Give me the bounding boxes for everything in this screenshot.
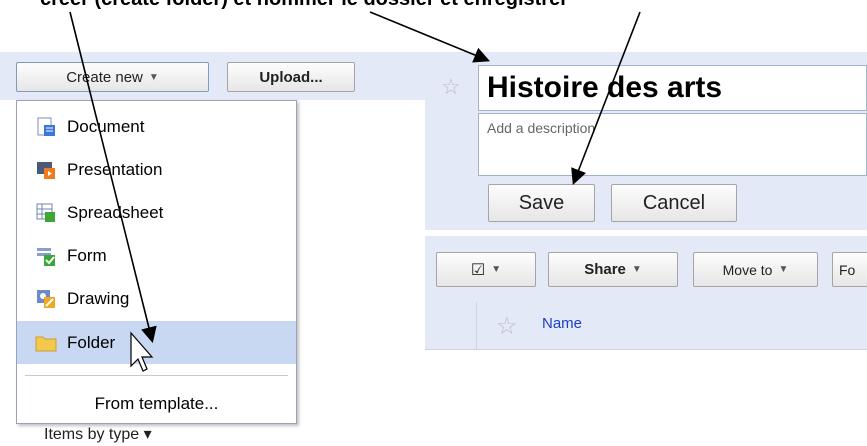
chevron-down-icon: ▼	[148, 71, 159, 83]
cancel-button[interactable]: Cancel	[611, 184, 737, 222]
menu-item-form[interactable]: Form	[17, 234, 296, 277]
title-field[interactable]: Histoire des arts	[478, 65, 867, 111]
save-button[interactable]: Save	[488, 184, 595, 222]
name-column-header[interactable]: Name	[542, 315, 582, 332]
star-column-icon[interactable]: ☆	[496, 312, 518, 341]
move-to-label: Move to	[722, 261, 773, 278]
star-icon[interactable]: ☆	[441, 74, 461, 100]
folder-icon	[35, 332, 57, 354]
create-new-label: Create new	[66, 68, 143, 86]
document-icon	[35, 116, 57, 138]
menu-item-from-template[interactable]: From template...	[17, 384, 296, 424]
presentation-icon	[35, 159, 57, 181]
menu-item-folder[interactable]: Folder	[17, 321, 296, 364]
move-to-button[interactable]: Move to ▼	[693, 252, 818, 287]
share-button[interactable]: Share ▼	[548, 252, 678, 287]
file-list	[425, 350, 867, 446]
chevron-down-icon: ▼	[491, 264, 502, 275]
chevron-down-icon: ▼	[778, 264, 789, 275]
description-field[interactable]: Add a description	[478, 113, 867, 176]
share-label: Share	[584, 261, 626, 278]
items-by-type-label: Items by type ▾	[44, 426, 152, 443]
select-checkbox-menu[interactable]: ☑ ▼	[436, 252, 536, 287]
folders-button[interactable]: Fo	[832, 252, 867, 287]
checkbox-icon: ☑	[470, 261, 486, 279]
menu-item-document[interactable]: Document	[17, 105, 296, 148]
list-header	[425, 302, 867, 350]
upload-button[interactable]: Upload...	[227, 62, 355, 92]
column-divider	[476, 302, 477, 349]
chevron-down-icon: ▼	[631, 264, 642, 275]
drawing-icon	[35, 288, 57, 310]
spreadsheet-icon	[35, 202, 57, 224]
form-icon	[35, 245, 57, 267]
menu-separator	[25, 375, 288, 376]
menu-item-drawing[interactable]: Drawing	[17, 277, 296, 320]
menu-item-spreadsheet[interactable]: Spreadsheet	[17, 191, 296, 234]
menu-item-presentation[interactable]: Presentation	[17, 148, 296, 191]
create-new-button[interactable]: Create new ▼	[16, 62, 209, 92]
create-new-menu: Document Presentation Spreadsheet Form D…	[16, 100, 297, 424]
instruction-caption: créer (create folder) et nommer le dossi…	[40, 0, 867, 20]
